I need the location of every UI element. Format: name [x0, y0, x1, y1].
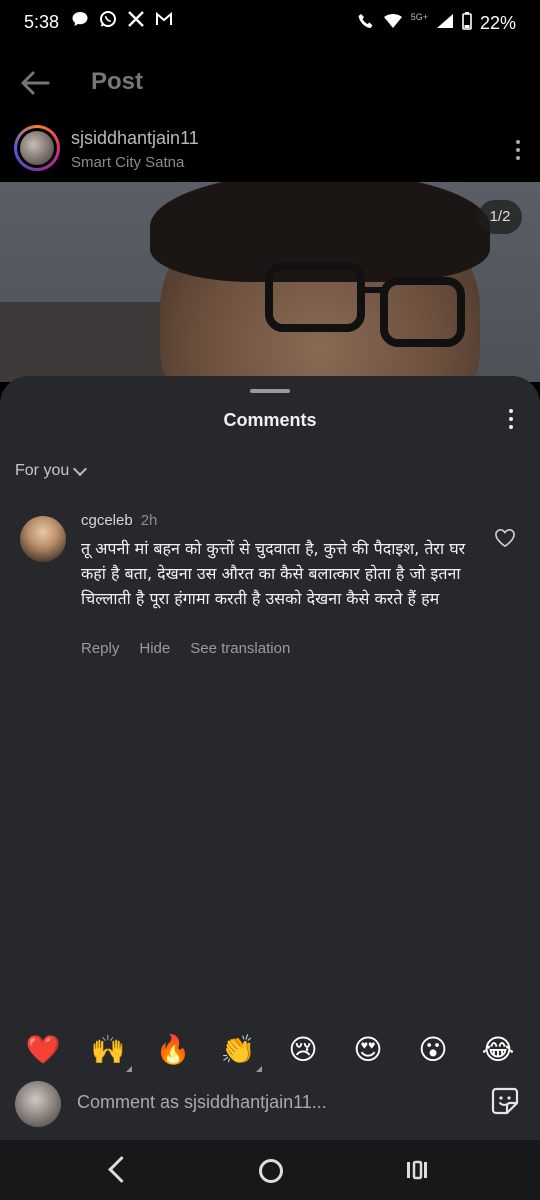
hide-button[interactable]: Hide	[139, 640, 170, 657]
whatsapp-icon	[98, 10, 118, 33]
reaction-surprised[interactable]: 😮	[413, 1030, 453, 1070]
comments-sheet: Comments For you cgceleb 2h तू अपनी मां ब…	[0, 376, 540, 1140]
gmail-icon	[154, 10, 174, 33]
comments-title: Comments	[223, 410, 317, 430]
comment-filter-dropdown[interactable]: For you	[15, 461, 88, 480]
post-image[interactable]: 1/2	[0, 182, 540, 382]
reaction-raised-hands[interactable]: 🙌	[88, 1030, 132, 1072]
filter-label: For you	[15, 462, 70, 479]
more-options-icon[interactable]	[514, 140, 522, 162]
reaction-clap[interactable]: 👏	[218, 1030, 262, 1072]
reaction-fire[interactable]: 🔥	[153, 1030, 193, 1070]
photo-glasses-left	[265, 262, 365, 332]
photo-background	[0, 302, 170, 382]
reaction-crying[interactable]: 😢	[283, 1030, 323, 1070]
signal-icon	[436, 13, 454, 34]
photo-glasses-bridge	[360, 287, 384, 293]
raised-hands-glyph: 🙌	[90, 1034, 126, 1065]
commenter-username[interactable]: cgceleb	[81, 512, 133, 529]
sheet-drag-handle[interactable]	[250, 389, 290, 393]
call-icon	[357, 12, 375, 35]
nav-home-icon[interactable]	[259, 1159, 283, 1183]
comment-time: 2h	[140, 512, 158, 529]
comment-text: तू अपनी मां बहन को कुत्तों से चुदवाता है…	[81, 539, 466, 608]
notification-icons	[70, 10, 174, 33]
post-author-avatar[interactable]	[14, 125, 60, 171]
comment-meta: cgceleb 2h	[81, 512, 157, 529]
photo-glasses-right	[380, 277, 465, 347]
status-bar: 5:38 5G+ 22%	[0, 0, 540, 46]
reaction-heart-eyes[interactable]: 😍	[348, 1030, 388, 1070]
sticker-icon[interactable]	[490, 1086, 520, 1116]
carousel-page-indicator: 1/2	[478, 200, 522, 234]
like-heart-icon[interactable]	[494, 528, 516, 548]
status-right: 5G+ 22%	[357, 12, 516, 35]
post-location[interactable]: Smart City Satna	[71, 154, 184, 171]
chevron-down-icon	[73, 461, 88, 477]
clap-glyph: 👏	[220, 1034, 256, 1065]
x-icon	[126, 10, 146, 33]
chat-bubble-icon	[70, 10, 90, 33]
system-nav-bar	[0, 1140, 540, 1200]
back-arrow-icon[interactable]	[18, 66, 52, 100]
comments-more-icon[interactable]	[508, 409, 514, 431]
quick-reactions: ❤️ 🙌 🔥 👏 😢 😍 😮 😂	[0, 1030, 540, 1072]
page-title: Post	[91, 68, 144, 95]
commenter-avatar[interactable]	[20, 516, 66, 562]
battery-icon	[462, 12, 472, 35]
network-type: 5G+	[410, 11, 428, 22]
nav-back-icon[interactable]	[108, 1156, 135, 1183]
reaction-laughing[interactable]: 😂	[478, 1030, 518, 1070]
status-time: 5:38	[24, 12, 60, 32]
reaction-heart[interactable]: ❤️	[23, 1030, 63, 1070]
post-header: sjsiddhantjain11 Smart City Satna	[0, 118, 540, 182]
post-author-username[interactable]: sjsiddhantjain11	[71, 128, 199, 149]
comment-composer: Comment as sjsiddhantjain11...	[0, 1080, 540, 1140]
comment-actions: Reply Hide See translation	[81, 640, 290, 657]
comment-input[interactable]: Comment as sjsiddhantjain11...	[77, 1092, 327, 1113]
top-bar: Post	[0, 46, 540, 118]
battery-percent: 22%	[479, 13, 516, 33]
see-translation-button[interactable]: See translation	[190, 640, 290, 657]
reply-button[interactable]: Reply	[81, 640, 119, 657]
nav-recents-icon[interactable]	[406, 1160, 428, 1180]
wifi-icon	[383, 13, 403, 34]
current-user-avatar	[15, 1081, 61, 1127]
